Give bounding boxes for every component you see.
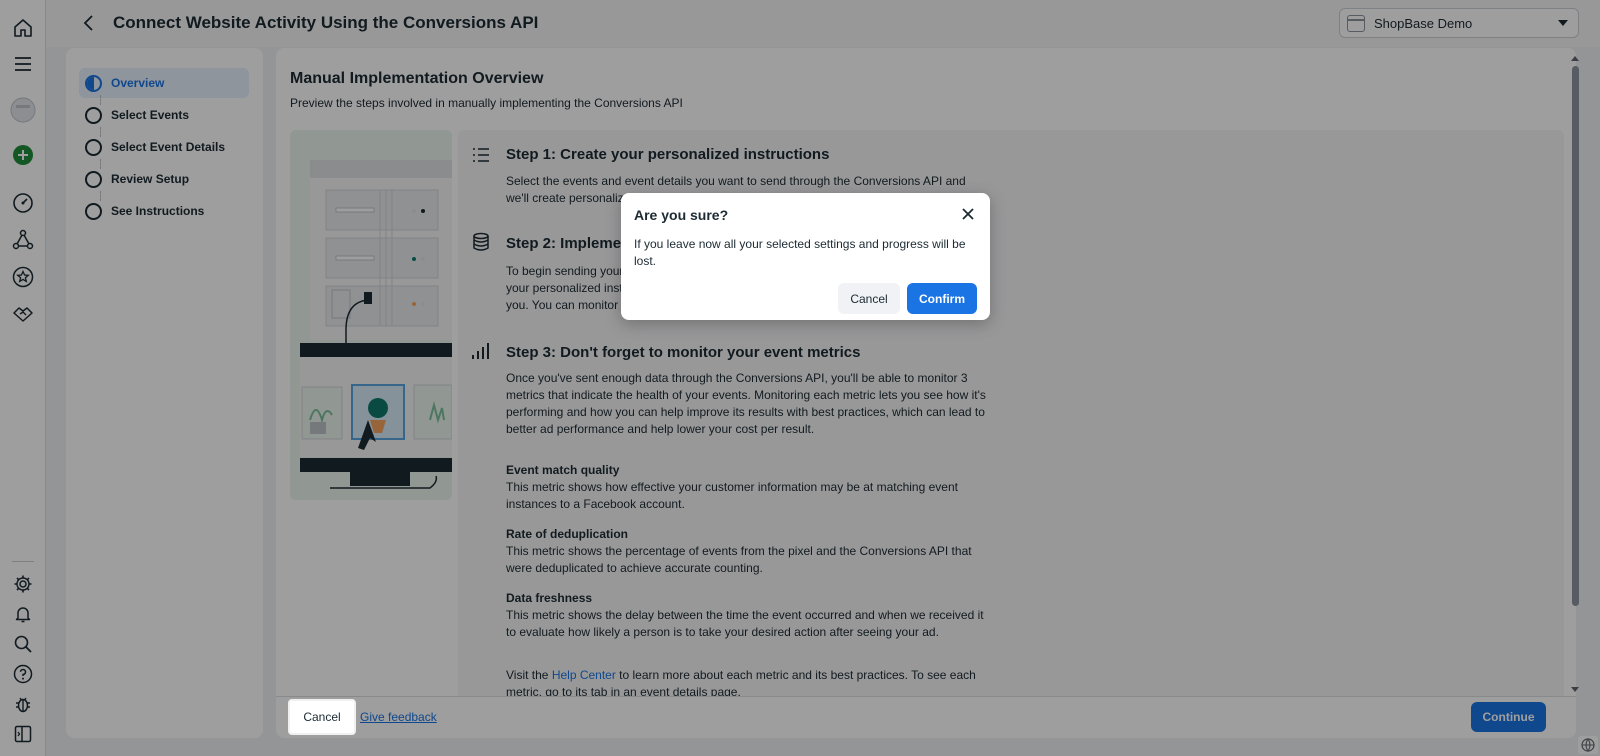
dialog-title: Are you sure? bbox=[634, 207, 729, 223]
close-icon bbox=[962, 208, 974, 220]
dialog-cancel-button[interactable]: Cancel bbox=[838, 283, 900, 314]
confirm-leave-dialog: Are you sure? If you leave now all your … bbox=[621, 193, 990, 320]
dialog-confirm-button[interactable]: Confirm bbox=[907, 283, 977, 314]
modal-overlay[interactable] bbox=[0, 0, 1600, 756]
dialog-close-button[interactable] bbox=[958, 204, 978, 224]
dialog-message: If you leave now all your selected setti… bbox=[634, 237, 966, 268]
highlighted-cancel-button[interactable]: Cancel bbox=[288, 699, 356, 735]
